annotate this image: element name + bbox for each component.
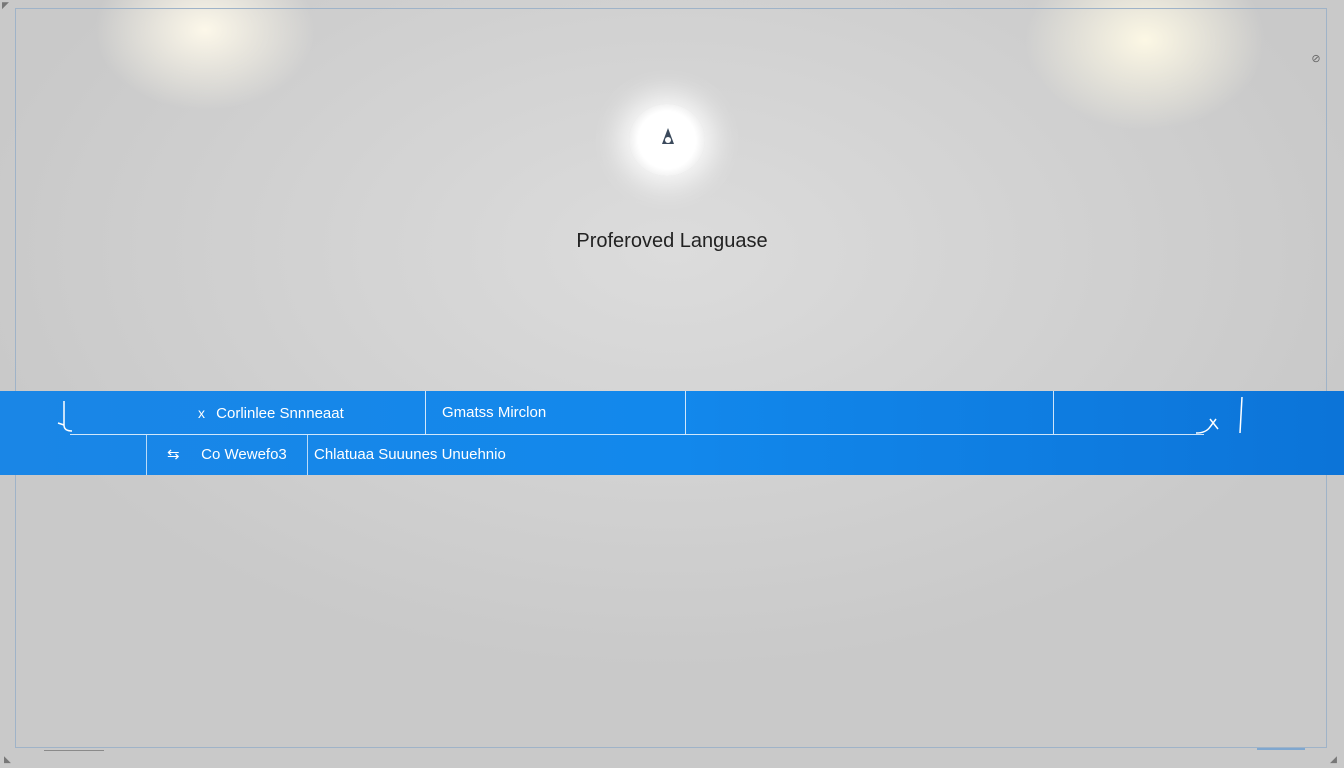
corner-grip-icon: ◤ xyxy=(2,0,9,10)
language-option-active[interactable]: ⇆ Co Wewefo3 xyxy=(146,435,308,475)
corner-grip-icon: ◣ xyxy=(4,754,11,764)
language-option-label: Gmatss Mirclon xyxy=(442,404,547,421)
language-selector-bar: x Corlinlee Snnneaat Gmatss Mirclon ⇆ Co… xyxy=(0,391,1344,475)
footer-divider-left xyxy=(44,750,104,751)
language-option-label: Co Wewefo3 xyxy=(201,446,287,463)
language-option-empty[interactable] xyxy=(686,391,1054,435)
language-option-primary[interactable]: x Corlinlee Snnneaat xyxy=(70,391,426,435)
loading-spinner-icon xyxy=(662,128,674,144)
language-option-description[interactable]: Chlatuaa Suuunes Unuehnio xyxy=(308,435,908,475)
selector-row-2: ⇆ Co Wewefo3 Chlatuaa Suuunes Unuehnio xyxy=(0,435,1344,475)
language-option-end[interactable] xyxy=(1054,391,1204,435)
language-option-label: Chlatuaa Suuunes Unuehnio xyxy=(314,446,506,463)
resize-grip-icon[interactable]: ◢ xyxy=(1330,754,1340,764)
dialog-title: Proferoved Languase xyxy=(576,230,768,252)
right-scroll-handle-icon[interactable] xyxy=(1196,393,1248,435)
window-close-icon[interactable]: ⊘ xyxy=(1310,53,1322,65)
language-option-label: Corlinlee Snnneaat xyxy=(216,405,344,422)
swap-icon[interactable]: ⇆ xyxy=(167,435,197,475)
close-icon[interactable]: x xyxy=(198,391,212,435)
language-option-secondary[interactable]: Gmatss Mirclon xyxy=(426,391,686,435)
selector-row-1: x Corlinlee Snnneaat Gmatss Mirclon xyxy=(0,391,1344,435)
footer-divider-right xyxy=(1257,748,1305,750)
